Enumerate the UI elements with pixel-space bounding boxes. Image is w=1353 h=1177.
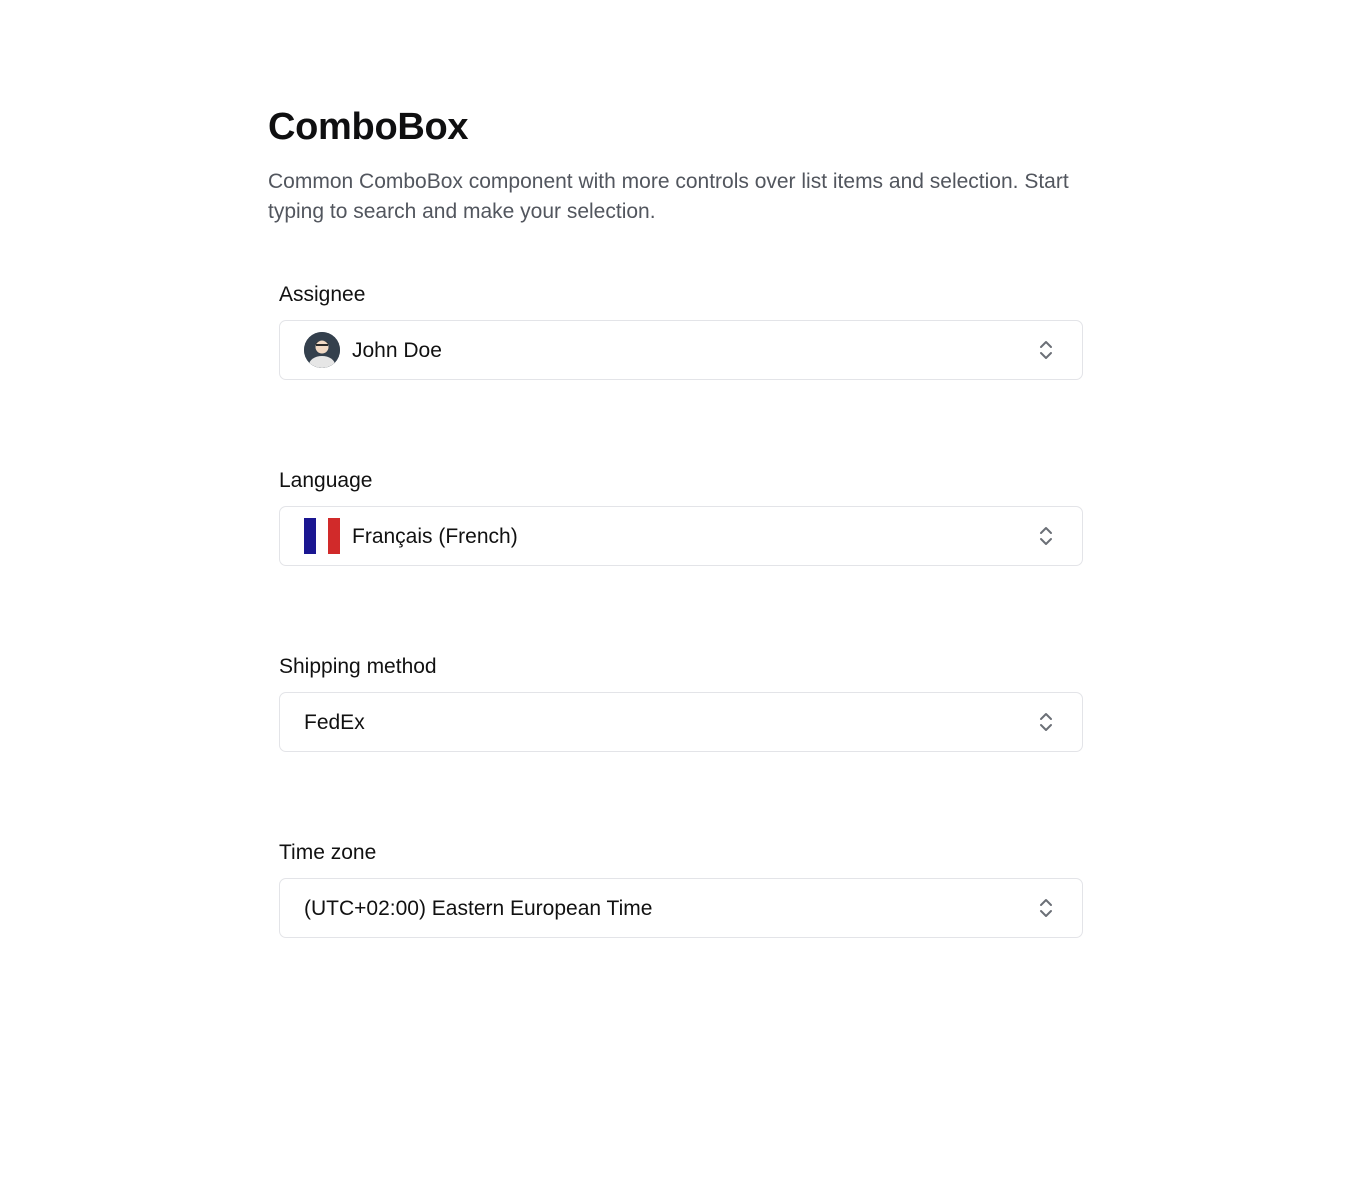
timezone-label: Time zone — [279, 841, 377, 864]
language-value: Français (French) — [352, 525, 518, 548]
shipping-label: Shipping method — [279, 655, 437, 678]
assignee-value: John Doe — [352, 339, 442, 362]
chevron-up-down-icon[interactable] — [1036, 711, 1056, 733]
shipping-field: Shipping method FedEx — [279, 654, 1083, 752]
combobox-demo-page: ComboBox Common ComboBox component with … — [268, 104, 1083, 938]
shipping-combobox[interactable]: FedEx — [279, 692, 1083, 752]
page-description: Common ComboBox component with more cont… — [268, 170, 1069, 223]
timezone-value: (UTC+02:00) Eastern European Time — [304, 897, 653, 920]
chevron-up-down-icon[interactable] — [1036, 525, 1056, 547]
language-combobox[interactable]: Français (French) — [279, 506, 1083, 566]
chevron-up-down-icon[interactable] — [1036, 897, 1056, 919]
user-avatar-image — [304, 332, 340, 368]
page-title: ComboBox — [268, 106, 469, 148]
assignee-field: Assignee John Doe — [279, 282, 1083, 380]
flag-stripe-white — [316, 518, 328, 554]
flag-stripe-red — [328, 518, 340, 554]
timezone-combobox[interactable]: (UTC+02:00) Eastern European Time — [279, 878, 1083, 938]
timezone-field: Time zone (UTC+02:00) Eastern European T… — [279, 840, 1083, 938]
chevron-up-down-icon[interactable] — [1036, 339, 1056, 361]
flag-stripe-blue — [304, 518, 316, 554]
avatar — [304, 332, 340, 368]
language-label: Language — [279, 469, 373, 492]
assignee-label: Assignee — [279, 283, 366, 306]
assignee-combobox[interactable]: John Doe — [279, 320, 1083, 380]
language-field: Language Français (French) — [279, 468, 1083, 566]
shipping-value: FedEx — [304, 711, 365, 734]
france-flag-icon — [304, 518, 340, 554]
